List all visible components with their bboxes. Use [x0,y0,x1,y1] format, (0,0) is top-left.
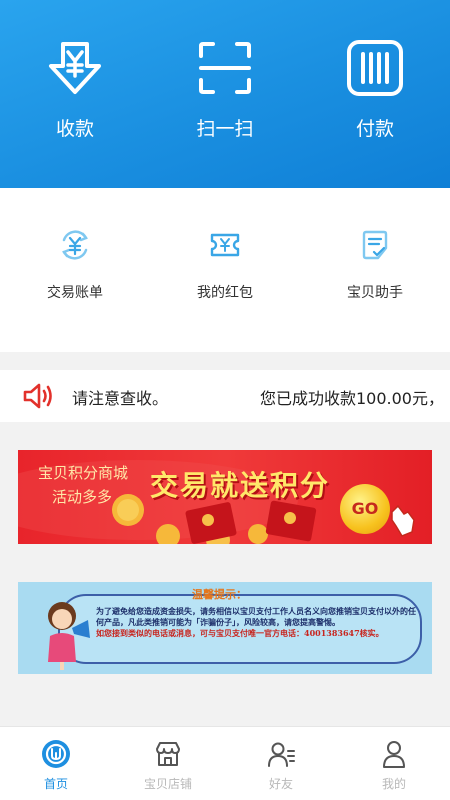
promo-line-2: 活动多多 [52,488,113,506]
scan-button[interactable]: 扫一扫 [150,36,300,156]
tab-friends[interactable]: 好友 [225,739,337,799]
home-icon [42,740,70,768]
profile-icon [383,741,405,768]
tips-body-1: 为了避免给您造成资金损失，请务相信以宝贝支付工作人员名义向您推销宝贝支付以外的任… [96,606,416,627]
tips-title: 温馨提示： [192,588,247,601]
assistant-label: 宝贝助手 [347,285,403,301]
promo-line-1: 宝贝积分商城 [38,464,129,482]
red-packet-ticket-icon [210,233,240,257]
clipboard-check-icon [362,230,388,260]
bottom-tab-bar: 首页 宝贝店铺 好友 我的 [0,726,450,800]
girl-megaphone-illustration [48,602,90,670]
tab-store[interactable]: 宝贝店铺 [112,739,224,799]
go-button[interactable]: GO [340,484,390,534]
tab-profile-label: 我的 [381,777,406,791]
tab-store-label: 宝贝店铺 [143,777,192,791]
store-icon [156,742,180,766]
tab-home-label: 首页 [43,777,68,791]
speaker-icon [23,383,52,409]
assistant-button[interactable]: 宝贝助手 [300,228,450,318]
scan-icon [199,42,251,94]
tab-profile[interactable]: 我的 [338,739,450,799]
top-action-panel: 收款 扫一扫 付款 [0,0,450,188]
pointing-hand-icon [391,504,415,537]
tab-home[interactable]: 首页 [0,739,112,799]
notice-ticker: 请注意查收。 您已成功收款100.00元， [72,370,450,422]
transaction-bill-button[interactable]: 交易账单 [0,228,150,318]
transaction-bill-label: 交易账单 [47,285,103,301]
receive-money-button[interactable]: 收款 [0,36,150,156]
pay-button[interactable]: 付款 [300,36,450,156]
points-promo-banner[interactable]: 宝贝积分商城 活动多多 交易就送积分 GO [18,450,432,544]
receive-money-label: 收款 [55,118,94,140]
yuan-refresh-icon [62,230,88,260]
scan-label: 扫一扫 [196,118,254,140]
pay-label: 付款 [355,118,394,140]
red-packet-label: 我的红包 [197,285,253,301]
receive-money-icon [49,42,101,94]
tab-friends-label: 好友 [268,777,293,791]
safety-tips-banner[interactable]: 温馨提示： 为了避免给您造成资金损失，请务相信以宝贝支付工作人员名义向您推销宝贝… [18,582,432,674]
notice-bar[interactable]: 请注意查收。 您已成功收款100.00元， [0,370,450,422]
tips-body-2: 如您接到类似的电话或消息，可与宝贝支付唯一官方电话：4001383647核实。 [96,628,384,638]
barcode-pay-icon [347,40,403,96]
notice-text-1: 请注意查收。 [72,389,169,408]
friends-icon [268,742,295,767]
red-packet-button[interactable]: 我的红包 [150,228,300,318]
promo-headline: 交易就送积分 [150,469,331,502]
quick-action-panel: 交易账单 我的红包 宝贝助手 [0,188,450,352]
tips-body: 为了避免给您造成资金损失，请务相信以宝贝支付工作人员名义向您推销宝贝支付以外的任… [96,606,416,639]
notice-text-2: 您已成功收款100.00元， [260,389,444,408]
